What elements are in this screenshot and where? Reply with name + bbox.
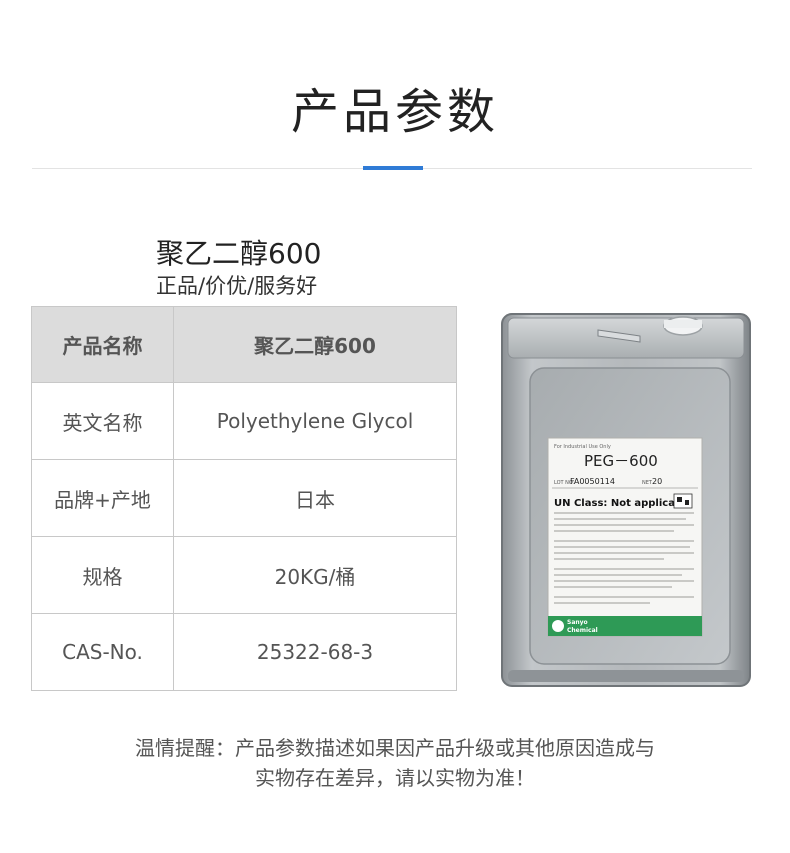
product-tagline: 正品/价优/服务好 bbox=[156, 274, 318, 298]
spec-value: 20KG/桶 bbox=[173, 536, 457, 614]
spec-label: CAS-No. bbox=[31, 613, 174, 691]
sanyo-logo-icon bbox=[552, 620, 564, 632]
spec-value: Polyethylene Glycol bbox=[173, 382, 457, 460]
spec-header-value: 聚乙二醇600 bbox=[173, 306, 457, 383]
spec-header-label: 产品名称 bbox=[31, 306, 174, 383]
spec-label: 英文名称 bbox=[31, 382, 174, 460]
notice-line-2: 实物存在差异，请以实物为准！ bbox=[255, 766, 535, 790]
label-top-text: For Industrial Use Only bbox=[554, 444, 611, 450]
table-row: 英文名称 Polyethylene Glycol bbox=[31, 382, 457, 460]
product-can-image: For Industrial Use Only PEG－600 LOT NO. … bbox=[501, 313, 751, 687]
table-row: 品牌+产地 日本 bbox=[31, 459, 457, 537]
spec-table-header: 产品名称 聚乙二醇600 bbox=[31, 306, 457, 383]
label-net-weight: 20 bbox=[652, 477, 662, 486]
spec-label: 品牌+产地 bbox=[31, 459, 174, 537]
page-title: 产品参数 bbox=[290, 84, 499, 140]
label-lot-number: FA0050114 bbox=[570, 477, 615, 486]
notice: 温情提醒：产品参数描述如果因产品升级或其他原因造成与 实物存在差异，请以实物为准… bbox=[0, 733, 790, 793]
table-row: CAS-No. 25322-68-3 bbox=[31, 613, 457, 691]
spec-label: 规格 bbox=[31, 536, 174, 614]
title-divider-accent bbox=[363, 166, 423, 170]
qr-code-icon bbox=[673, 493, 693, 509]
spec-value: 25322-68-3 bbox=[173, 613, 457, 691]
label-brand-line2: Chemical bbox=[567, 627, 598, 634]
notice-line-1: 温情提醒：产品参数描述如果因产品升级或其他原因造成与 bbox=[135, 736, 655, 760]
spec-table: 产品名称 聚乙二醇600 英文名称 Polyethylene Glycol 品牌… bbox=[31, 306, 457, 691]
product-name: 聚乙二醇600 bbox=[156, 237, 322, 270]
table-row: 规格 20KG/桶 bbox=[31, 536, 457, 614]
label-product-name: PEG－600 bbox=[584, 452, 658, 470]
spec-value: 日本 bbox=[173, 459, 457, 537]
label-un-class: UN Class: Not applicable bbox=[554, 498, 693, 509]
label-brand-line1: Sanyo bbox=[567, 619, 588, 626]
